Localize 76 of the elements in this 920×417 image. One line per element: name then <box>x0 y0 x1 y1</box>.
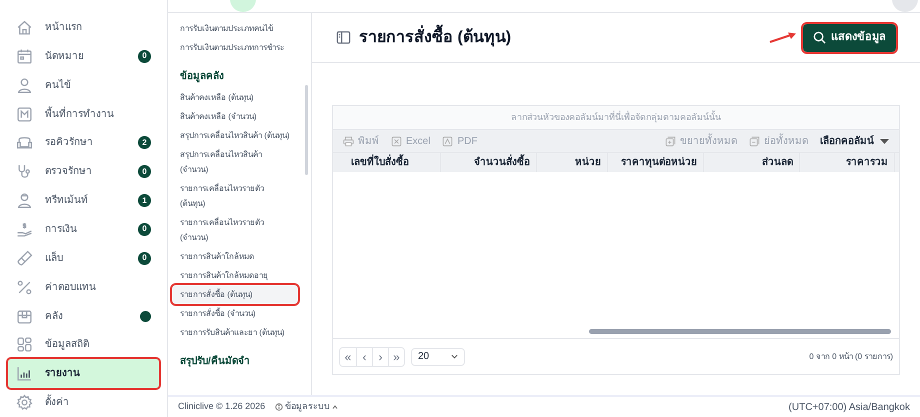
search-icon <box>813 31 826 44</box>
expand-icon <box>665 136 676 146</box>
version-text: Cliniclive © 1.26 2026 <box>178 400 266 414</box>
section-heading: ข้อมูลคลัง <box>179 69 225 84</box>
sidebar-item[interactable]: คลัง <box>8 302 159 330</box>
sidebar-item[interactable]: รอคิวรักษา 2 <box>8 128 159 158</box>
pdf-file-icon <box>442 136 454 146</box>
count-badge: 0 <box>138 50 151 63</box>
sidebar-item[interactable]: คนไข้ <box>8 70 159 100</box>
submenu-item[interactable]: รายการรับสินค้าและยา (ต้นทุน) <box>172 323 298 342</box>
section-heading: สรุปรับ/คืนมัดจำ <box>179 354 251 369</box>
count-badge: 0 <box>138 222 151 236</box>
submenu-item[interactable]: สินค้าคงเหลือ (จำนวน) <box>172 107 298 126</box>
submenu-item[interactable]: รายการเคลื่อนไหวรายตัว (จำนวน) <box>172 213 298 247</box>
submenu-item[interactable]: รายการสั่งซื้อ (จำนวน) <box>172 304 298 323</box>
pager-button[interactable]: « <box>340 348 356 366</box>
collapse-icon <box>749 136 760 146</box>
sidebar-panel-icon <box>336 30 351 45</box>
sidebar-item[interactable]: หน้าแรก <box>8 13 159 42</box>
board-icon <box>16 106 33 122</box>
sidebar-item[interactable]: ตั้งค่า <box>8 388 159 417</box>
person-icon <box>16 76 33 94</box>
submenu-item[interactable]: รายการสินค้าใกล้หมด <box>172 247 298 266</box>
grid-icon <box>16 336 33 354</box>
pager-button[interactable]: ‹ <box>356 348 372 366</box>
printer-icon <box>343 136 354 146</box>
sidebar-item[interactable]: รายงาน <box>8 359 159 388</box>
count-badge: 0 <box>138 165 151 178</box>
armchair-icon <box>16 134 33 152</box>
page-size-select[interactable]: 20 <box>411 348 465 366</box>
page-title: รายการสั่งซื้อ (ต้นทุน) <box>359 26 512 50</box>
pager-button[interactable]: » <box>388 348 404 366</box>
sidebar-item[interactable]: พื้นที่การทำงาน <box>8 100 159 128</box>
submenu-item[interactable]: รายการสินค้าใกล้หมดอายุ <box>172 266 298 285</box>
submenu-item[interactable]: การรับเงินตามประเภทคนไข้ <box>172 19 298 38</box>
count-badge: 2 <box>138 136 151 150</box>
excel-file-icon <box>391 136 402 146</box>
submenu-item[interactable]: รายการเคลื่อนไหวรายตัว (ต้นทุน) <box>172 179 298 213</box>
calendar-icon <box>16 48 33 65</box>
submenu-item[interactable]: รายการสั่งซื้อ (ต้นทุน) <box>172 285 298 304</box>
system-info-link[interactable]: ข้อมูลระบบ <box>275 400 338 414</box>
arrow-annotation <box>769 32 797 44</box>
count-badge: 1 <box>138 194 151 208</box>
submenu-item[interactable]: สรุปการเคลื่อนไหวสินค้า (ต้นทุน) <box>172 126 298 145</box>
caret-up-icon <box>332 405 338 409</box>
pager-summary: 0 จาก 0 หน้า (0 รายการ) <box>809 350 893 362</box>
submenu-item[interactable]: สรุปการเคลื่อนไหวสินค้า (จำนวน) <box>172 145 298 179</box>
count-badge: 0 <box>138 252 151 265</box>
sidebar-item[interactable]: ตรวจรักษา 0 <box>8 157 159 186</box>
timezone-text: (UTC+07:00) Asia/Bangkok <box>788 400 910 414</box>
bar-chart-icon <box>16 365 33 382</box>
column-chooser-button[interactable]: เลือกคอลัมน์ <box>820 134 889 148</box>
house-icon <box>16 18 33 36</box>
submenu-item[interactable]: การรับเงินตามประเภทการชำระ <box>172 38 298 57</box>
horizontal-scrollbar[interactable] <box>589 329 891 334</box>
sidebar-item[interactable]: ข้อมูลสถิติ <box>8 330 159 360</box>
submenu-item[interactable]: สินค้าคงเหลือ (ต้นทุน) <box>172 88 298 107</box>
show-data-button[interactable]: แสดงข้อมูล <box>803 24 896 52</box>
hand-coin-icon <box>16 220 33 238</box>
stethoscope-icon <box>16 163 33 180</box>
box-icon <box>16 308 33 325</box>
sidebar-item[interactable]: ค่าตอบแทน <box>8 272 159 302</box>
test-tube-icon <box>16 250 33 267</box>
sidebar-item[interactable]: แล็บ 0 <box>8 244 159 273</box>
info-icon <box>275 403 284 411</box>
sidebar-item[interactable]: ทรีทเม้นท์ 1 <box>8 186 159 216</box>
caret-down-icon <box>880 138 889 144</box>
sidebar-item[interactable]: การเงิน 0 <box>8 215 159 244</box>
sidebar-item[interactable]: นัดหมาย 0 <box>8 42 159 71</box>
chevron-down-icon <box>451 354 458 359</box>
percent-icon <box>16 278 33 296</box>
doctor-icon <box>16 192 33 210</box>
gear-icon <box>16 394 33 412</box>
pager-button[interactable]: › <box>372 348 388 366</box>
scrollbar-thumb[interactable] <box>305 85 308 175</box>
group-panel: ลากส่วนหัวของคอลัมน์มาที่นี่เพื่อจัดกลุ่มตามคอลัมน์นั้น <box>333 106 899 130</box>
